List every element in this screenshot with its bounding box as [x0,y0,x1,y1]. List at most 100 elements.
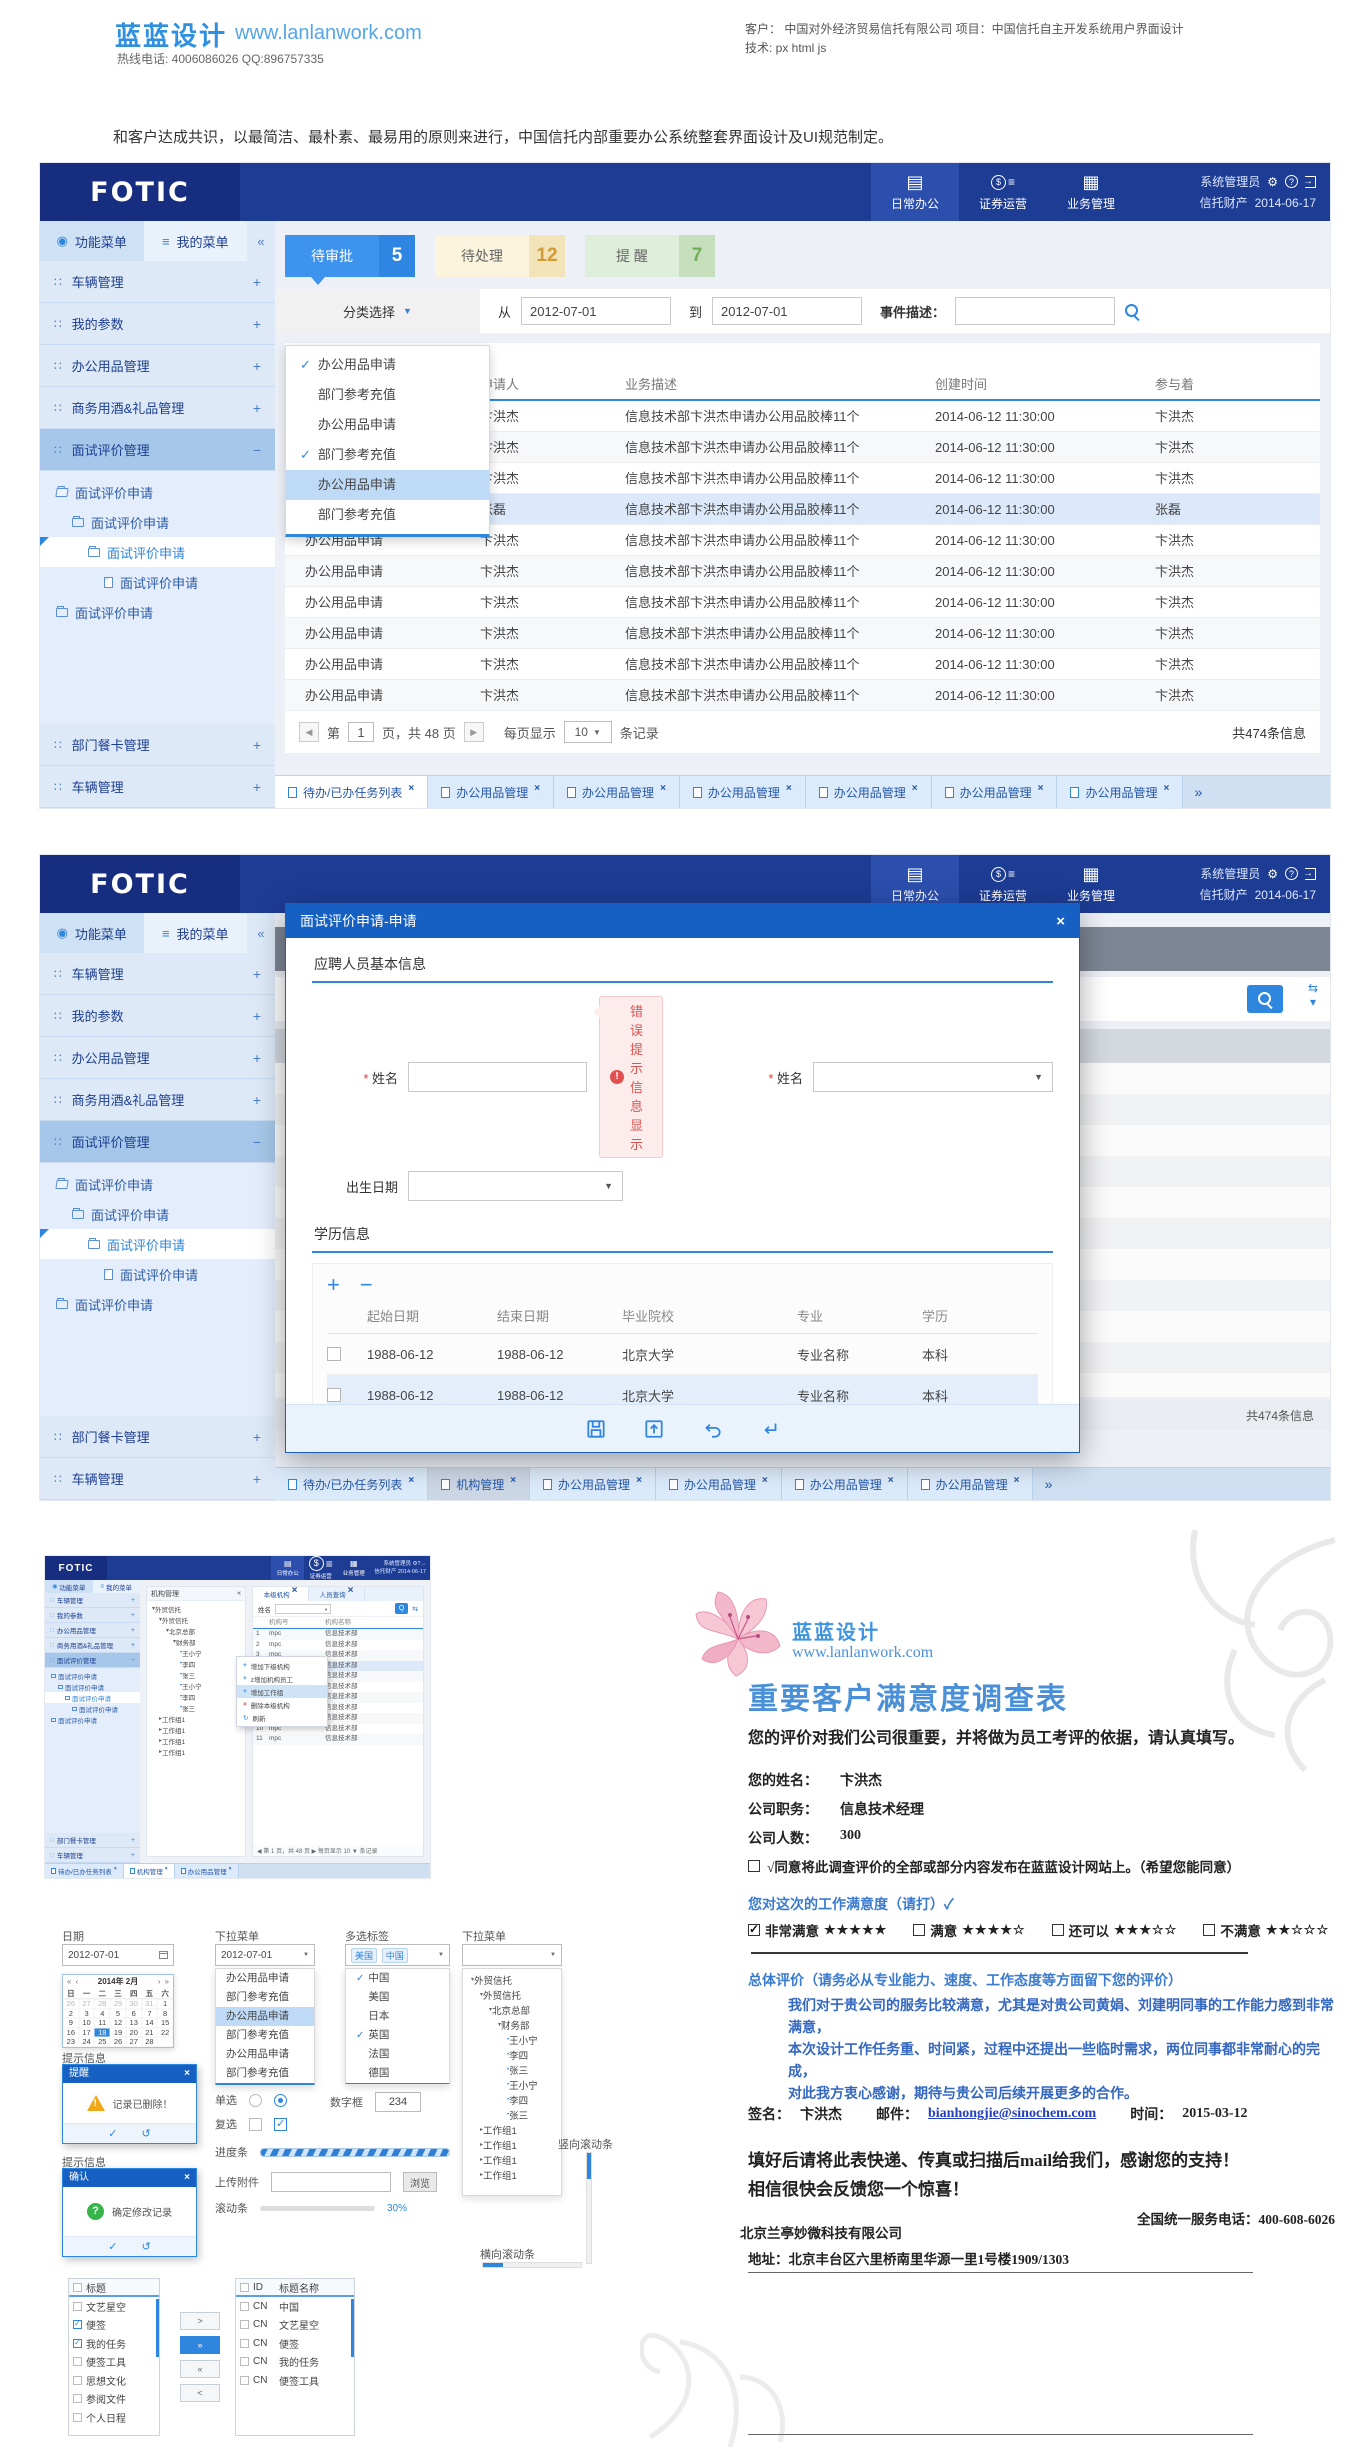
multiselect-item[interactable]: ✓ 德国 [346,2064,449,2083]
sidebar-group[interactable]: ∷ 部门餐卡管理 + [40,724,275,766]
item-checkbox[interactable] [73,2320,82,2329]
consent-checkbox[interactable] [748,1860,760,1872]
source-list-item[interactable]: 个人日程 [69,2408,159,2427]
source-list-item[interactable]: 思想文化 [69,2371,159,2390]
confirm-icon[interactable]: ✓ [108,2127,117,2140]
add-row-button[interactable]: + [327,1274,340,1296]
select-all-checkbox[interactable] [73,2283,82,2292]
option-checkbox[interactable] [1052,1924,1064,1936]
tree-node[interactable]: 外贸信托 [463,1972,561,1987]
item-checkbox[interactable] [240,2339,249,2348]
education-row[interactable]: 1988-06-12 1988-06-12 北京大学 专业名称 本科 [327,1375,1038,1404]
calendar-day[interactable]: 24 [79,2037,95,2047]
close-tab-icon[interactable]: × [348,1585,354,1596]
dropdown-item[interactable]: 办公用品申请 [216,2007,314,2026]
item-checkbox[interactable] [240,2302,249,2311]
gear-icon[interactable]: ⚙ [1267,867,1278,881]
dropdown-item[interactable]: ✓ 部门参考充值 [286,500,489,530]
confirm-icon[interactable]: ✓ [108,2240,117,2253]
date-from-input[interactable] [521,297,671,325]
tag-chip[interactable]: 中国 [382,1948,408,1963]
calendar-day[interactable]: 22 [157,2028,173,2038]
table-row[interactable]: 办公用品申请 卞洪杰 信息技术部卞洪杰申请办公用品胶棒11个 2014-06-1… [285,618,1320,649]
bottom-tab[interactable]: 待办/已办任务列表 × [275,776,428,808]
swap-icon[interactable]: ⇆ [412,1605,418,1613]
table-row[interactable]: 办公用品申请 卞洪杰 信息技术部卞洪杰申请办公用品胶棒11个 2014-06-1… [285,556,1320,587]
close-tab-icon[interactable]: × [912,783,918,794]
calendar-day[interactable]: 31 [142,1999,158,2009]
org-table-row[interactable]: 1 mpc 信息技术部 [253,1629,423,1640]
page-input[interactable]: 1 [348,722,374,742]
org-table-row[interactable]: 11 mpc 信息技术部 [253,1734,423,1745]
calendar-day[interactable]: 19 [110,2028,126,2038]
target-list-item[interactable]: CN 便签工具 [236,2371,354,2390]
calendar-day[interactable]: 9 [63,2018,79,2028]
multiselect-item[interactable]: ✓ 英国 [346,2026,449,2045]
bottom-tab[interactable]: 办公用品管理 × [932,776,1058,808]
calendar-day[interactable]: 2 [63,2009,79,2019]
close-tab-icon[interactable]: × [408,783,414,794]
number-input[interactable]: 234 [375,2092,421,2112]
task-tab[interactable]: 提 醒 7 [585,235,715,277]
dropdown-item[interactable]: 办公用品申请 [216,1969,314,1988]
multiselect-item[interactable]: ✓ 美国 [346,1988,449,2007]
sidebar-group[interactable]: ∷ 车辆管理 + [45,1848,140,1863]
calendar-day[interactable]: 15 [157,2018,173,2028]
dropdown-item[interactable]: ✓ 办公用品申请 [286,470,489,500]
checkbox-unchecked[interactable] [249,2118,262,2131]
collapse-icon[interactable]: « [237,1590,241,1597]
sidebar-group[interactable]: ∷ 商务用酒&礼品管理 + [45,1638,140,1653]
tree-node[interactable]: 工作组1 [463,2152,561,2167]
next-month-button[interactable]: › [158,1977,161,1986]
item-checkbox[interactable] [73,2413,82,2422]
calendar-day[interactable]: 13 [126,2018,142,2028]
org-tree-node[interactable]: 外贸信托 [147,1614,245,1625]
close-tab-icon[interactable]: × [510,1475,516,1486]
topbar-nav-item[interactable]: 证券运营 [959,163,1047,221]
org-tree-node[interactable]: 张三 [147,1702,245,1713]
row-checkbox[interactable] [327,1347,341,1361]
topbar-nav-item[interactable]: 证券运营 [304,1556,337,1580]
calendar-day[interactable]: 4 [94,2009,110,2019]
dropdown-item[interactable]: 办公用品申请 [216,2045,314,2064]
sidebar-group[interactable]: ∷ 车辆管理 + [40,261,275,303]
sidebar-tab-my-menu[interactable]: ≡ 我的菜单 [144,221,248,261]
bottom-tab[interactable]: 办公用品管理 × [1057,776,1183,808]
upload-icon[interactable] [643,1418,665,1440]
sidebar-group[interactable]: ∷ 办公用品管理 + [40,345,275,387]
calendar-day[interactable] [157,2037,173,2047]
transfer-button[interactable]: « [180,2360,220,2378]
sidebar-tree-item[interactable]: 面试评价申请 [40,567,275,597]
undo-icon[interactable] [701,1418,723,1440]
calendar-day[interactable]: 29 [110,1999,126,2009]
calendar-day[interactable]: 12 [110,2018,126,2028]
prev-page-button[interactable]: ◀ [299,722,319,742]
close-tab-icon[interactable]: × [762,1475,768,1486]
bottom-tab[interactable]: 待办/已办任务列表 × [275,1468,428,1500]
tree-node[interactable]: 张三 [463,2062,561,2077]
calendar-day[interactable]: 1 [157,1999,173,2009]
calendar-day[interactable]: 25 [94,2037,110,2047]
close-tab-icon[interactable]: × [636,1475,642,1486]
sidebar-tree-item[interactable]: 面试评价申请 [40,537,275,567]
calendar-day[interactable]: 23 [63,2037,79,2047]
tree-node[interactable]: 财务部 [463,2017,561,2032]
sidebar-tree-item[interactable]: 面试评价申请 [40,597,275,627]
source-list-item[interactable]: 文艺星空 [69,2297,159,2316]
sidebar-group[interactable]: ∷ 部门餐卡管理 + [40,1416,275,1458]
view-toggle-icons[interactable]: ⇆ ▾ [1308,981,1318,1009]
bottom-tab[interactable]: 办公用品管理 × [680,776,806,808]
dropdown-item[interactable]: ✓ 办公用品申请 [286,410,489,440]
event-desc-input[interactable] [955,297,1115,325]
close-icon[interactable]: × [1056,913,1065,930]
transfer-button[interactable]: » [180,2336,220,2354]
tree-node[interactable]: 王小宁 [463,2077,561,2092]
sidebar-tree-item[interactable]: 面试评价申请 [45,1692,140,1703]
topbar-nav-item[interactable]: 业务管理 [1047,163,1135,221]
tree-node[interactable]: 王小宁 [463,2032,561,2047]
org-tree-node[interactable]: 工作组1 [147,1724,245,1735]
topbar-nav-item[interactable]: 业务管理 [337,1556,370,1580]
sidebar-tree-item[interactable]: 面试评价申请 [45,1670,140,1681]
calendar-day[interactable]: 16 [63,2028,79,2038]
sidebar-group[interactable]: ∷ 商务用酒&礼品管理 + [40,387,275,429]
